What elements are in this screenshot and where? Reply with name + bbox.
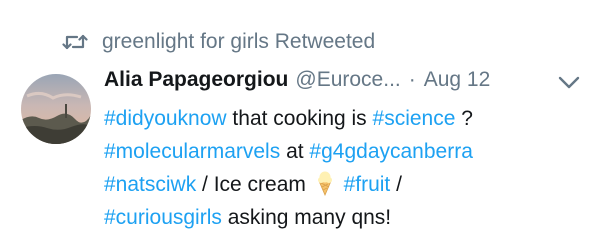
hashtag-link[interactable]: #science [373,107,456,130]
ice-cream-emoji [316,170,334,197]
meta-separator: · [408,68,416,91]
tweet-text-line: #molecularmarvels at #g4gdaycanberra [104,135,574,168]
tweet-text-segment: / [390,173,402,196]
tweet-text-segment: / Ice cream [196,173,312,196]
tweet[interactable]: Alia Papageorgiou @Euroce... · Aug 12 #d… [104,68,580,234]
avatar[interactable] [21,74,91,144]
author-name[interactable]: Alia Papageorgiou [104,68,288,92]
tweet-text-segment: ? [455,107,473,130]
hashtag-link[interactable]: #natsciwk [104,173,196,196]
hashtag-link[interactable]: #g4gdaycanberra [309,140,472,163]
tweet-text-segment: at [280,140,310,163]
chevron-down-icon[interactable] [558,76,580,90]
tweet-header: Alia Papageorgiou @Euroce... · Aug 12 [104,68,574,100]
tweet-date[interactable]: Aug 12 [424,68,491,92]
tweet-text-line: #didyouknow that cooking is #science ? [104,102,574,135]
tweet-text-segment: that cooking is [226,107,373,130]
tweet-text-line: #curiousgirls asking many qns! [104,201,574,234]
tweet-text-line: #natsciwk / Ice cream #fruit / [104,168,574,201]
hashtag-link[interactable]: #molecularmarvels [104,140,280,163]
retweet-label: greenlight for girls Retweeted [102,30,376,53]
hashtag-link[interactable]: #didyouknow [104,107,227,130]
author-handle[interactable]: @Euroce... [295,68,400,92]
retweet-context[interactable]: greenlight for girls Retweeted [62,28,375,56]
hashtag-link[interactable]: #curiousgirls [104,206,222,229]
tweet-text: #didyouknow that cooking is #science ? #m… [104,102,574,234]
retweet-icon [62,31,88,53]
hashtag-link[interactable]: #fruit [344,173,391,196]
tweet-text-segment: asking many qns! [221,206,392,229]
